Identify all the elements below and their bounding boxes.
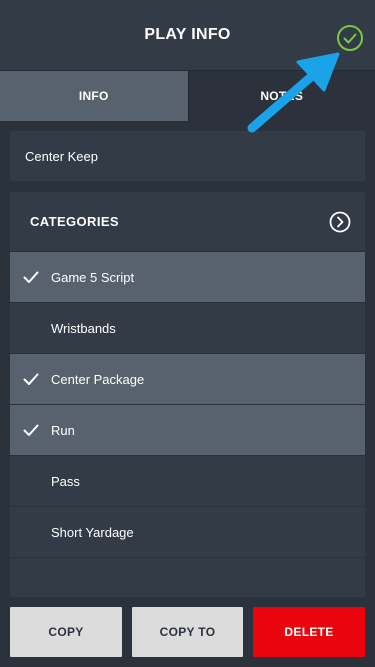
category-label: Center Package xyxy=(51,371,145,387)
category-item-short-yardage[interactable]: Short Yardage xyxy=(10,507,365,558)
checkmark-icon xyxy=(23,373,39,385)
tab-info[interactable]: INFO xyxy=(0,71,188,121)
category-label: Run xyxy=(51,422,75,438)
confirm-button[interactable] xyxy=(336,24,364,52)
check-circle-icon xyxy=(337,25,363,51)
category-item-game-5-script[interactable]: Game 5 Script xyxy=(10,252,365,303)
footer-bar: COPY COPY TO DELETE xyxy=(0,597,375,667)
checkmark-icon xyxy=(23,424,39,436)
category-item-wristbands[interactable]: Wristbands xyxy=(10,303,365,354)
tab-bar: INFO NOTES xyxy=(0,70,375,121)
play-name-field[interactable]: Center Keep xyxy=(10,131,365,181)
category-list: Game 5 Script Wristbands Center Package … xyxy=(10,251,365,558)
category-item-run[interactable]: Run xyxy=(10,405,365,456)
play-name-value: Center Keep xyxy=(25,148,98,164)
category-item-pass[interactable]: Pass xyxy=(10,456,365,507)
category-label: Wristbands xyxy=(51,320,116,336)
category-label: Short Yardage xyxy=(51,524,134,540)
delete-button[interactable]: DELETE xyxy=(253,607,365,657)
category-label: Pass xyxy=(51,473,80,489)
category-label: Game 5 Script xyxy=(51,269,135,285)
header-bar: PLAY INFO xyxy=(0,0,375,70)
copy-button[interactable]: COPY xyxy=(10,607,122,657)
checkmark-icon xyxy=(23,271,39,283)
category-item-center-package[interactable]: Center Package xyxy=(10,354,365,405)
page-title: PLAY INFO xyxy=(144,26,231,43)
copy-to-button[interactable]: COPY TO xyxy=(132,607,243,657)
chevron-right-circle-icon[interactable] xyxy=(329,211,351,233)
categories-header[interactable]: CATEGORIES xyxy=(10,192,365,251)
categories-panel: CATEGORIES Game 5 Script Wristbands Cent… xyxy=(10,192,365,597)
tab-notes[interactable]: NOTES xyxy=(187,71,375,121)
categories-title: CATEGORIES xyxy=(30,214,119,229)
